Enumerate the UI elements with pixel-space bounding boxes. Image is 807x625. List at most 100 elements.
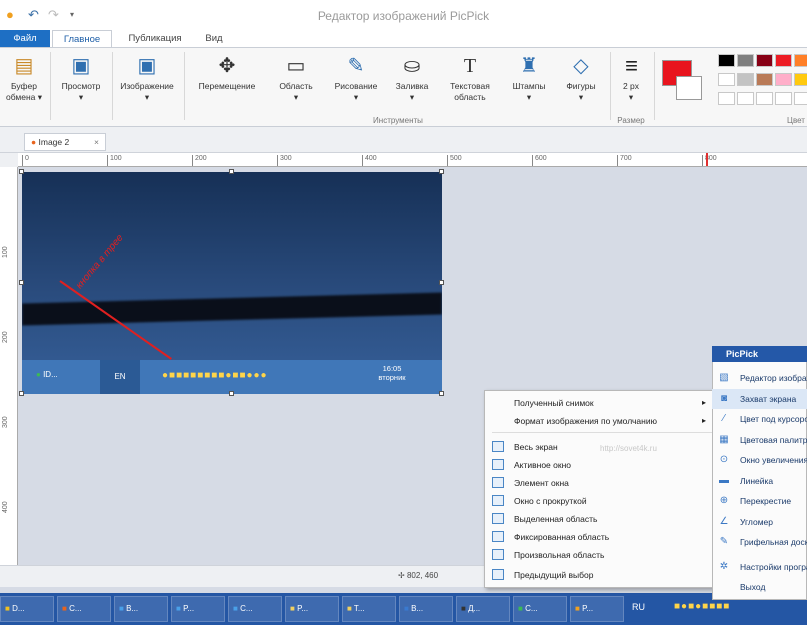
palette-color-swatch[interactable] — [794, 54, 807, 67]
submenu-item[interactable]: Активное окно — [484, 456, 714, 474]
capture-mode-icon — [492, 569, 504, 580]
fill-tool-button[interactable]: ⛀ Заливка ▾ — [388, 52, 436, 112]
image-button[interactable]: ▣ Изображение ▾ — [114, 52, 180, 112]
picpick-menu-item[interactable]: ⊕ Перекрестие — [712, 491, 807, 511]
picpick-menu-item[interactable]: ✲ Настройки программы — [712, 557, 807, 577]
picpick-menu-item[interactable]: ∠ Угломер — [712, 512, 807, 532]
move-tool-button[interactable]: ✥ Перемещение — [190, 52, 264, 112]
palette-color-swatch[interactable] — [794, 92, 807, 105]
resize-handle[interactable] — [439, 169, 444, 174]
tray-icons[interactable]: ■●■●■■■■ — [674, 601, 730, 612]
resize-handle[interactable] — [439, 391, 444, 396]
clipboard-button[interactable]: ▤ Буфер обмена ▾ — [2, 52, 46, 112]
taskbar-button[interactable]: ■ P... — [570, 596, 624, 622]
resize-handle[interactable] — [229, 391, 234, 396]
palette-color-swatch[interactable] — [775, 73, 792, 86]
document-tab[interactable]: ● Image 2 × — [24, 133, 106, 151]
resize-handle[interactable] — [19, 280, 24, 285]
picpick-menu-item[interactable]: ▬ Линейка — [712, 471, 807, 491]
image-canvas[interactable]: ➤ кнопка в трее ● ID... EN ●■■■■■■■■●■■●… — [22, 172, 442, 394]
picpick-menu-item[interactable]: ⊙ Окно увеличения — [712, 450, 807, 470]
palette-color-swatch[interactable] — [718, 73, 735, 86]
selection-tool-button[interactable]: ▭ Область ▾ — [268, 52, 324, 112]
line-size-button[interactable]: ≡ 2 px ▾ — [612, 52, 650, 112]
taskbar-button[interactable]: ■ Д... — [456, 596, 510, 622]
ruler-label: 400 — [2, 501, 9, 513]
palette-color-swatch[interactable] — [737, 73, 754, 86]
taskbar-button[interactable]: ■ D... — [0, 596, 54, 622]
resize-handle[interactable] — [19, 169, 24, 174]
resize-handle[interactable] — [19, 391, 24, 396]
capture-mode-icon — [492, 459, 504, 470]
taskbar-button[interactable]: ■ T... — [342, 596, 396, 622]
taskbar-app-icon: ■ — [518, 604, 526, 613]
submenu-item[interactable]: Предыдущий выбор — [484, 566, 714, 584]
resize-handle[interactable] — [439, 280, 444, 285]
taskbar-button[interactable]: ■ B... — [114, 596, 168, 622]
tab-view[interactable]: Вид — [194, 30, 234, 48]
palette-color-swatch[interactable] — [737, 54, 754, 67]
shapes-tool-button[interactable]: ◇ Фигуры ▾ — [556, 52, 606, 112]
picpick-menu-item[interactable]: ⁄ Цвет под курсором — [712, 409, 807, 429]
picpick-menu-item[interactable]: Выход — [712, 577, 807, 597]
picpick-menu-item-label: Грифельная доска — [740, 537, 807, 547]
palette-color-swatch[interactable] — [756, 73, 773, 86]
picpick-menu-item[interactable]: ◙ Захват экрана — [712, 388, 807, 409]
taskbar-button[interactable]: ■ B... — [399, 596, 453, 622]
taskbar-app-icon: ■ — [290, 604, 298, 613]
annotation-text: кнопка в трее — [74, 232, 126, 292]
palette-color-swatch[interactable] — [737, 92, 754, 105]
secondary-color-swatch[interactable] — [676, 76, 702, 100]
tab-publish[interactable]: Публикация — [118, 30, 192, 48]
close-tab-icon[interactable]: × — [94, 134, 99, 151]
picpick-menu-item-label: Окно увеличения — [740, 455, 807, 465]
palette-color-swatch[interactable] — [794, 73, 807, 86]
picpick-menu-item[interactable]: ✎ Грифельная доска — [712, 532, 807, 552]
palette-color-swatch[interactable] — [718, 92, 735, 105]
taskbar-app-icon: ■ — [461, 604, 469, 613]
submenu-item[interactable]: Произвольная область — [484, 546, 714, 564]
preview-icon: ▣ — [71, 55, 91, 77]
tab-file[interactable]: Файл — [0, 30, 50, 48]
submenu-item[interactable]: Окно с прокруткой — [484, 492, 714, 510]
taskbar-button[interactable]: ■ C... — [228, 596, 282, 622]
draw-tool-button[interactable]: ✎ Рисование ▾ — [326, 52, 386, 112]
tab-home[interactable]: Главное — [52, 30, 112, 48]
ribbon-separator — [112, 52, 113, 120]
taskbar-button-label: C... — [240, 604, 253, 613]
stamp-tool-button[interactable]: ♜ Штампы ▾ — [504, 52, 554, 112]
unsaved-dot-icon: ● — [31, 137, 37, 147]
taskbar-button-label: D... — [12, 604, 25, 613]
fill-bucket-icon: ⛀ — [403, 55, 421, 77]
picpick-menu-item[interactable]: ▦ Цветовая палитра — [712, 430, 807, 450]
taskbar-lang[interactable]: RU — [632, 602, 645, 612]
shapes-icon: ◇ — [573, 55, 589, 77]
palette-color-swatch[interactable] — [718, 54, 735, 67]
text-tool-button[interactable]: T Текстовая область — [440, 52, 500, 112]
resize-handle[interactable] — [229, 169, 234, 174]
palette-color-swatch[interactable] — [775, 92, 792, 105]
submenu-item[interactable]: Формат изображения по умолчанию ▸ — [484, 412, 714, 430]
submenu-item[interactable]: Элемент окна — [484, 474, 714, 492]
taskbar-app-icon: ■ — [62, 604, 70, 613]
palette-color-swatch[interactable] — [756, 54, 773, 67]
picpick-menu-item[interactable]: ▧ Редактор изображений — [712, 368, 807, 388]
palette-color-swatch[interactable] — [756, 92, 773, 105]
watermark: http://sovet4k.ru — [600, 444, 657, 453]
ruler-label: 700 — [617, 155, 632, 166]
crosshair-icon: ✢ — [398, 571, 405, 580]
submenu-item[interactable]: Фиксированная область — [484, 528, 714, 546]
submenu-item[interactable]: Полученный снимок ▸ — [484, 394, 714, 412]
submenu-item[interactable]: Весь экран — [484, 438, 714, 456]
submenu-item[interactable]: Выделенная область — [484, 510, 714, 528]
taskbar-button[interactable]: ■ P... — [171, 596, 225, 622]
capture-mode-icon — [492, 531, 504, 542]
submenu-arrow-icon: ▸ — [701, 398, 706, 407]
taskbar-button[interactable]: ■ C... — [513, 596, 567, 622]
preview-button[interactable]: ▣ Просмотр ▾ — [54, 52, 108, 112]
taskbar-button[interactable]: ■ P... — [285, 596, 339, 622]
palette-icon: ▦ — [719, 433, 729, 445]
taskbar-button[interactable]: ■ C... — [57, 596, 111, 622]
tray-lang: EN — [100, 360, 140, 394]
palette-color-swatch[interactable] — [775, 54, 792, 67]
